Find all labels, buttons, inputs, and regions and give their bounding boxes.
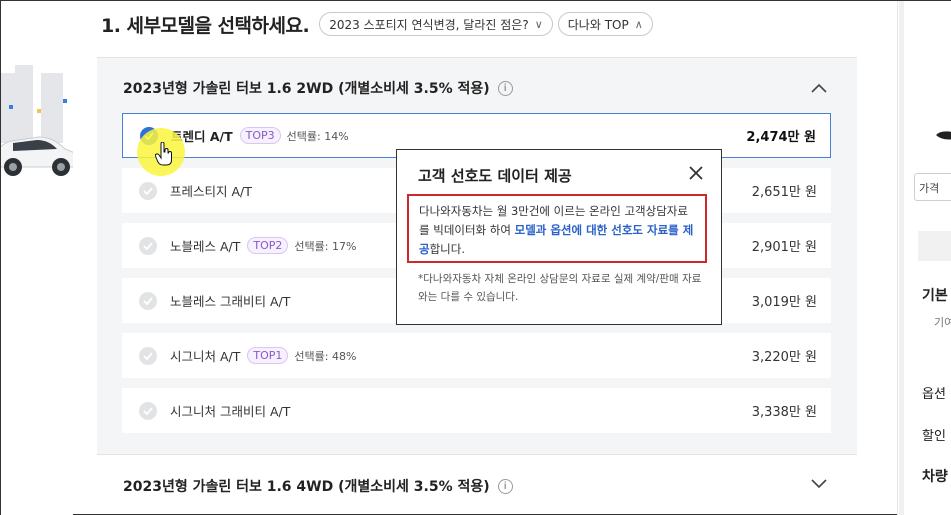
check-icon[interactable] [139,236,157,255]
option-name: 시그니처 그래비티 A/T [170,404,291,419]
top-rank-badge: TOP2 [247,237,289,254]
option-name: 노블레스 A/T [170,239,241,254]
basic-label: 기본 [922,288,948,304]
trim-option-signature[interactable]: 시그니처 A/T TOP1 선택률: 48% 3,220만 원 [122,333,831,378]
summary-box [918,231,951,261]
popup-footnote: *다나와자동차 자체 온라인 상담문의 자료로 실제 계약/판매 자료와는 다를… [418,273,702,303]
check-icon[interactable] [139,401,157,420]
car-icon [936,131,951,140]
sub-label: 기여 [934,316,951,329]
option-name: 노블레스 그래비티 A/T [170,294,291,309]
option-price: 3,338만 원 [751,405,817,420]
popup-description: 다나와자동차는 월 3만건에 이르는 온라인 고객상담자료를 빅데이터화 하여 … [407,194,707,263]
chevron-up-icon [811,83,827,93]
popup-title: 고객 선호도 데이터 제공 [418,167,572,185]
price-input[interactable]: 가격 [914,173,951,201]
page-title: 1. 세부모델을 선택하세요. [101,14,310,37]
top-rank-badge: TOP1 [247,347,289,364]
check-icon[interactable] [139,346,157,365]
hand-cursor-icon [155,142,172,166]
promo-illustration [1,1,73,515]
check-icon[interactable] [139,181,157,200]
discount-label: 할인 [922,429,946,444]
danawa-top-pill[interactable]: 다나와 TOP ∧ [557,12,653,36]
spotage-changes-pill[interactable]: 2023 스포티지 연식변경, 달라진 점은? ∨ [319,12,553,36]
close-icon[interactable] [687,164,705,182]
option-price: 2,474만 원 [746,130,816,145]
option-price: 3,220만 원 [751,350,817,365]
section-title-text: 2023년형 가솔린 터보 1.6 4WD (개별소비세 3.5% 적용) [123,479,490,495]
info-icon[interactable]: i [497,80,513,96]
popup-text: 합니다. [429,242,465,256]
option-label: 옵션 [922,387,946,402]
expand-button[interactable] [809,474,829,494]
info-icon[interactable]: i [497,478,513,494]
preference-data-popup: 고객 선호도 데이터 제공 다나와자동차는 월 3만건에 이르는 온라인 고객상… [396,149,722,325]
selection-rate: 선택률: 14% [286,129,349,143]
option-name: 프레스티지 A/T [170,184,252,199]
selection-rate: 선택률: 17% [294,239,357,253]
section-title[interactable]: 2023년형 가솔린 터보 1.6 4WD (개별소비세 3.5% 적용) i [123,476,513,496]
step-header: 1. 세부모델을 선택하세요. 2023 스포티지 연식변경, 달라진 점은? … [101,11,653,37]
chevron-down-icon: ∨ [534,17,543,31]
option-price: 3,019만 원 [751,295,817,310]
right-summary-panel: 가격 기본 기여 옵션 할인 차량 [897,1,951,515]
car-label: 차량 [922,469,948,485]
pill-label: 2023 스포티지 연식변경, 달라진 점은? [329,17,529,32]
option-price: 2,651만 원 [751,185,817,200]
collapse-button[interactable] [809,78,829,98]
scrollbar[interactable] [899,1,904,515]
section-title[interactable]: 2023년형 가솔린 터보 1.6 2WD (개별소비세 3.5% 적용) i [123,78,513,98]
trim-section-4wd: 2023년형 가솔린 터보 1.6 4WD (개별소비세 3.5% 적용) i [97,456,857,515]
trim-option-signature-gravity[interactable]: 시그니처 그래비티 A/T 3,338만 원 [122,388,831,433]
car-icon [1,136,73,176]
section-title-text: 2023년형 가솔린 터보 1.6 2WD (개별소비세 3.5% 적용) [123,81,490,97]
chevron-up-icon: ∧ [634,17,643,31]
selection-rate: 선택률: 48% [294,349,357,363]
chevron-down-icon [811,479,827,489]
option-name: 시그니처 A/T [170,349,241,364]
check-icon[interactable] [139,291,157,310]
option-price: 2,901만 원 [751,240,817,255]
top-rank-badge: TOP3 [239,127,281,144]
pill-label: 다나와 TOP [567,17,629,32]
